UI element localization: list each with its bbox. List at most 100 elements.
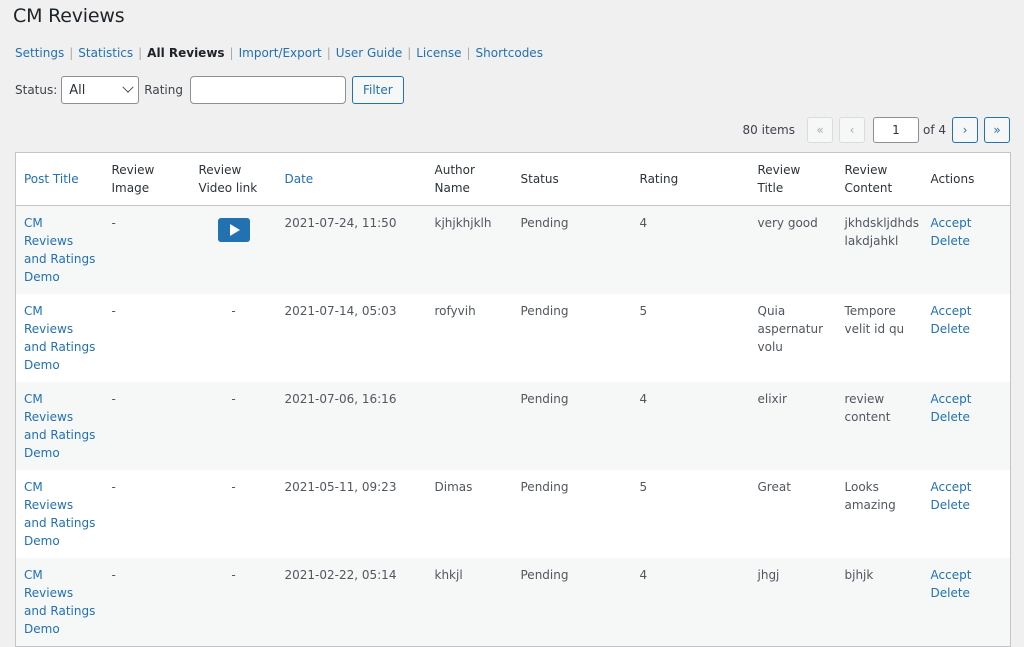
subnav-all-reviews[interactable]: All Reviews [147, 46, 224, 60]
author-cell: rofyvih [434, 304, 476, 318]
separator: | [326, 46, 331, 60]
review-content-cell: bjhjk [836, 558, 923, 647]
post-title-link[interactable]: CM Reviews and Ratings Demo [24, 566, 96, 638]
review-content-cell: review content [836, 382, 923, 470]
rating-cell: 4 [631, 382, 750, 470]
date-cell: 2021-07-06, 16:16 [276, 382, 427, 470]
column-date[interactable]: Date [276, 152, 427, 206]
author-cell: kjhjkhjklh [426, 205, 513, 294]
review-title-cell: jhgj [749, 558, 837, 647]
review-content-cell: jkhdskljdhds lakdjahkl [836, 205, 923, 294]
accept-link[interactable]: Accept [931, 566, 1003, 584]
current-page-input[interactable]: 1 [872, 117, 919, 143]
column-post-title[interactable]: Post Title [15, 152, 104, 206]
separator: | [466, 46, 471, 60]
column-actions: Actions [922, 152, 1011, 206]
review-video-cell: - [231, 480, 236, 494]
subnav-settings[interactable]: Settings [15, 46, 64, 60]
table-row: CM Reviews and Ratings Demo - - 2021-02-… [15, 558, 1011, 647]
status-select-value: All [69, 82, 86, 98]
subnav: Settings | Statistics | All Reviews | Import/E… [15, 46, 543, 60]
post-title-link[interactable]: CM Reviews and Ratings Demo [24, 390, 96, 462]
subnav-statistics[interactable]: Statistics [78, 46, 133, 60]
date-cell: 2021-02-22, 05:14 [276, 558, 427, 647]
delete-link[interactable]: Delete [931, 496, 1003, 514]
table-row: CM Reviews and Ratings Demo - - 2021-07-… [15, 382, 1011, 470]
date-cell: 2021-05-11, 09:23 [284, 480, 397, 494]
status-cell: Pending [512, 558, 632, 647]
delete-link[interactable]: Delete [931, 320, 1003, 338]
post-title-link[interactable]: CM Reviews and Ratings Demo [24, 302, 96, 374]
author-cell: Dimas [434, 480, 473, 494]
reviews-table: Post Title Review Image Review Video lin… [15, 152, 1011, 647]
table-header-row: Post Title Review Image Review Video lin… [15, 152, 1011, 206]
column-review-content: Review Content [836, 152, 923, 206]
accept-link[interactable]: Accept [931, 390, 1003, 408]
review-title-cell: elixir [749, 382, 837, 470]
separator: | [407, 46, 412, 60]
review-title-cell: very good [749, 205, 837, 294]
rating-input[interactable] [189, 76, 346, 104]
rating-cell: 5 [639, 304, 648, 318]
play-video-icon[interactable] [217, 218, 250, 242]
review-content-cell: Looks amazing [844, 480, 896, 512]
rating-label: Rating [144, 83, 183, 97]
delete-link[interactable]: Delete [931, 232, 1003, 250]
review-image-cell: - [111, 480, 116, 494]
table-row: CM Reviews and Ratings Demo - - 2021-07-… [16, 294, 1011, 382]
table-row: CM Reviews and Ratings Demo - 2021-07-24… [15, 205, 1011, 294]
review-image-cell: - [103, 558, 191, 647]
rating-cell: 4 [631, 205, 750, 294]
subnav-user-guide[interactable]: User Guide [336, 46, 402, 60]
author-cell: khkjl [426, 558, 513, 647]
column-status: Status [512, 152, 632, 206]
table-row: CM Reviews and Ratings Demo - - 2021-05-… [16, 470, 1011, 558]
accept-link[interactable]: Accept [931, 478, 1003, 496]
subnav-import-export[interactable]: Import/Export [239, 46, 322, 60]
status-cell: Pending [512, 205, 632, 294]
prev-page-button[interactable]: ‹ [838, 117, 865, 143]
accept-link[interactable]: Accept [931, 214, 1003, 232]
column-review-image: Review Image [103, 152, 191, 206]
next-page-button[interactable]: › [952, 117, 978, 143]
post-title-link[interactable]: CM Reviews and Ratings Demo [24, 478, 96, 550]
column-review-title: Review Title [749, 152, 837, 206]
column-review-video: Review Video link [190, 152, 277, 206]
review-title-cell: Great [757, 480, 791, 494]
status-cell: Pending [520, 480, 569, 494]
first-page-button[interactable]: « [806, 117, 833, 143]
filter-button[interactable]: Filter [351, 76, 404, 104]
rating-cell: 4 [631, 558, 750, 647]
status-select[interactable]: All [61, 76, 140, 104]
chevron-down-icon [122, 81, 134, 93]
review-video-cell: - [231, 304, 236, 318]
column-author-name: Author Name [426, 152, 513, 206]
delete-link[interactable]: Delete [931, 584, 1003, 602]
date-cell: 2021-07-14, 05:03 [284, 304, 397, 318]
review-image-cell: - [103, 382, 191, 470]
review-content-cell: Tempore velit id qu [844, 304, 905, 336]
subnav-license[interactable]: License [416, 46, 461, 60]
filter-bar: Status: All Rating Filter [15, 75, 404, 105]
accept-link[interactable]: Accept [931, 302, 1003, 320]
separator: | [138, 46, 143, 60]
delete-link[interactable]: Delete [931, 408, 1003, 426]
review-image-cell: - [111, 304, 116, 318]
review-video-cell: - [190, 382, 277, 470]
items-count: 80 items [742, 123, 795, 137]
column-rating: Rating [631, 152, 750, 206]
separator: | [229, 46, 234, 60]
date-cell: 2021-07-24, 11:50 [276, 205, 427, 294]
review-title-cell: Quia aspernatur volu [757, 304, 824, 354]
total-pages: of 4 [922, 123, 946, 137]
page-title: CM Reviews [13, 5, 125, 27]
status-cell: Pending [520, 304, 569, 318]
last-page-button[interactable]: » [984, 117, 1010, 143]
separator: | [69, 46, 74, 60]
status-cell: Pending [512, 382, 632, 470]
subnav-shortcodes[interactable]: Shortcodes [476, 46, 543, 60]
rating-cell: 5 [639, 480, 648, 494]
review-video-cell: - [190, 558, 277, 647]
post-title-link[interactable]: CM Reviews and Ratings Demo [24, 214, 96, 286]
pagination: 80 items « ‹ 1 of 4 › » [743, 117, 1010, 143]
